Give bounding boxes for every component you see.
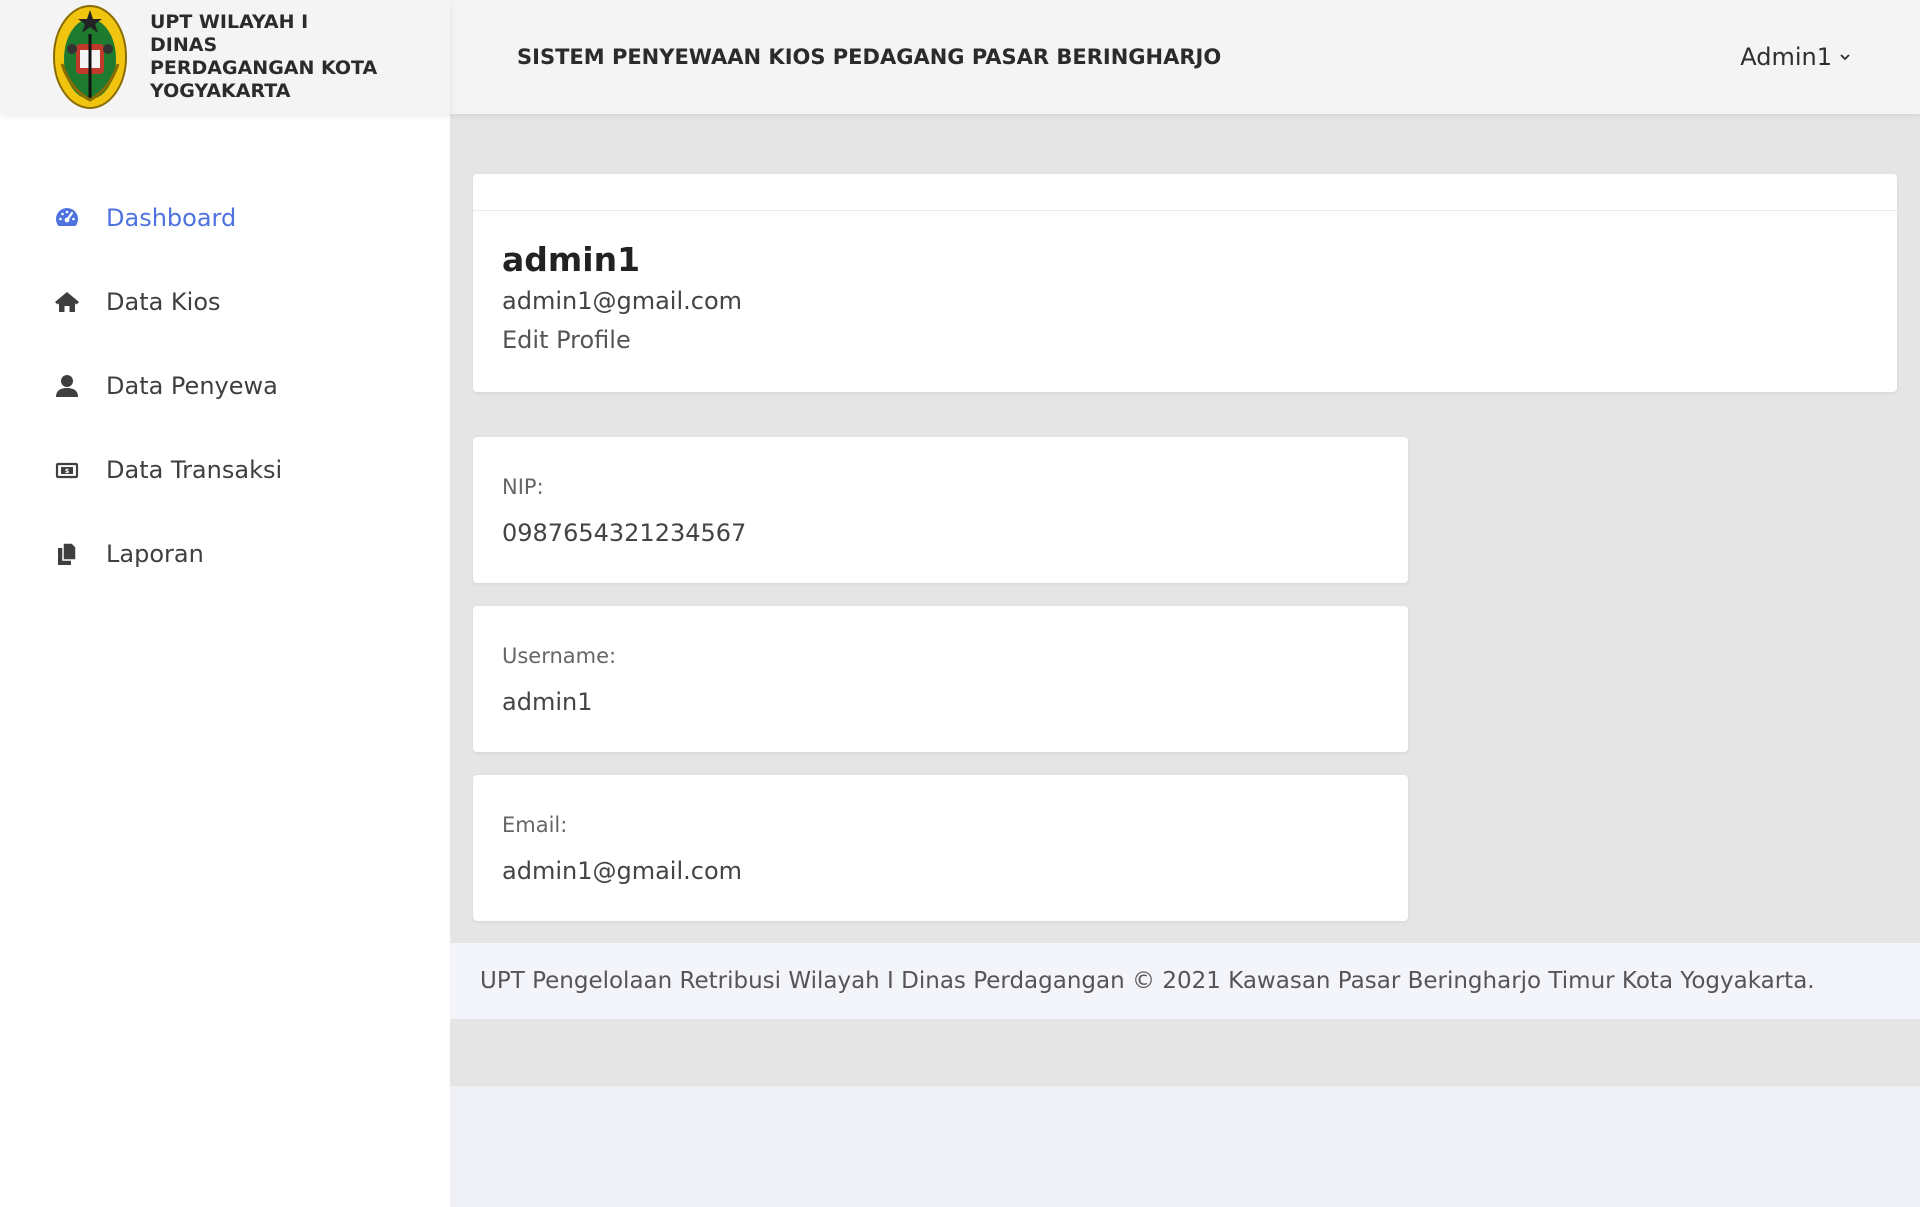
sidebar-item-data-transaksi[interactable]: $ Data Transaksi: [0, 428, 450, 512]
app-title: SISTEM PENYEWAAN KIOS PEDAGANG PASAR BER…: [517, 45, 1222, 69]
topbar: SISTEM PENYEWAAN KIOS PEDAGANG PASAR BER…: [450, 0, 1920, 114]
user-name: Admin1: [1740, 43, 1832, 71]
username-card: Username: admin1: [473, 606, 1408, 752]
sidebar-item-label: Data Transaksi: [106, 456, 283, 484]
profile-email: admin1@gmail.com: [502, 287, 743, 315]
sidebar-item-label: Laporan: [106, 540, 204, 568]
nip-value: 0987654321234567: [502, 519, 747, 547]
profile-name: admin1: [502, 240, 641, 279]
chevron-down-icon: [1840, 54, 1850, 61]
username-label: Username:: [502, 644, 617, 668]
nip-label: NIP:: [502, 475, 544, 499]
sidebar-item-data-kios[interactable]: Data Kios: [0, 260, 450, 344]
user-icon: [52, 371, 82, 401]
brand-title: UPT WILAYAH I DINAS PERDAGANGAN KOTA YOG…: [150, 11, 378, 102]
sidebar-nav: Dashboard Data Kios Data Penyewa $ Data …: [0, 176, 450, 596]
footer: UPT Pengelolaan Retribusi Wilayah I Dina…: [450, 943, 1920, 1019]
copy-icon: [52, 539, 82, 569]
sidebar-item-data-penyewa[interactable]: Data Penyewa: [0, 344, 450, 428]
sidebar-item-laporan[interactable]: Laporan: [0, 512, 450, 596]
profile-card: admin1 admin1@gmail.com Edit Profile: [473, 174, 1897, 392]
sidebar-item-label: Data Penyewa: [106, 372, 278, 400]
sidebar-item-label: Data Kios: [106, 288, 221, 316]
tachometer-icon: [52, 203, 82, 233]
footer-text: UPT Pengelolaan Retribusi Wilayah I Dina…: [480, 968, 1815, 994]
main-content: admin1 admin1@gmail.com Edit Profile NIP…: [450, 114, 1920, 1086]
email-label: Email:: [502, 813, 568, 837]
sidebar-item-dashboard[interactable]: Dashboard: [0, 176, 450, 260]
svg-text:$: $: [65, 467, 70, 475]
nip-card: NIP: 0987654321234567: [473, 437, 1408, 583]
email-value: admin1@gmail.com: [502, 857, 743, 885]
email-card: Email: admin1@gmail.com: [473, 775, 1408, 921]
sidebar: UPT WILAYAH I DINAS PERDAGANGAN KOTA YOG…: [0, 0, 450, 1207]
user-menu-dropdown[interactable]: Admin1: [1740, 43, 1852, 71]
sidebar-item-label: Dashboard: [106, 204, 237, 232]
brand: UPT WILAYAH I DINAS PERDAGANGAN KOTA YOG…: [0, 0, 450, 114]
home-icon: [52, 287, 82, 317]
username-value: admin1: [502, 688, 593, 716]
yogyakarta-coat-of-arms-icon: [53, 5, 127, 109]
card-header: [473, 174, 1897, 211]
edit-profile-link[interactable]: Edit Profile: [502, 326, 631, 354]
money-bill-icon: $: [52, 455, 82, 485]
